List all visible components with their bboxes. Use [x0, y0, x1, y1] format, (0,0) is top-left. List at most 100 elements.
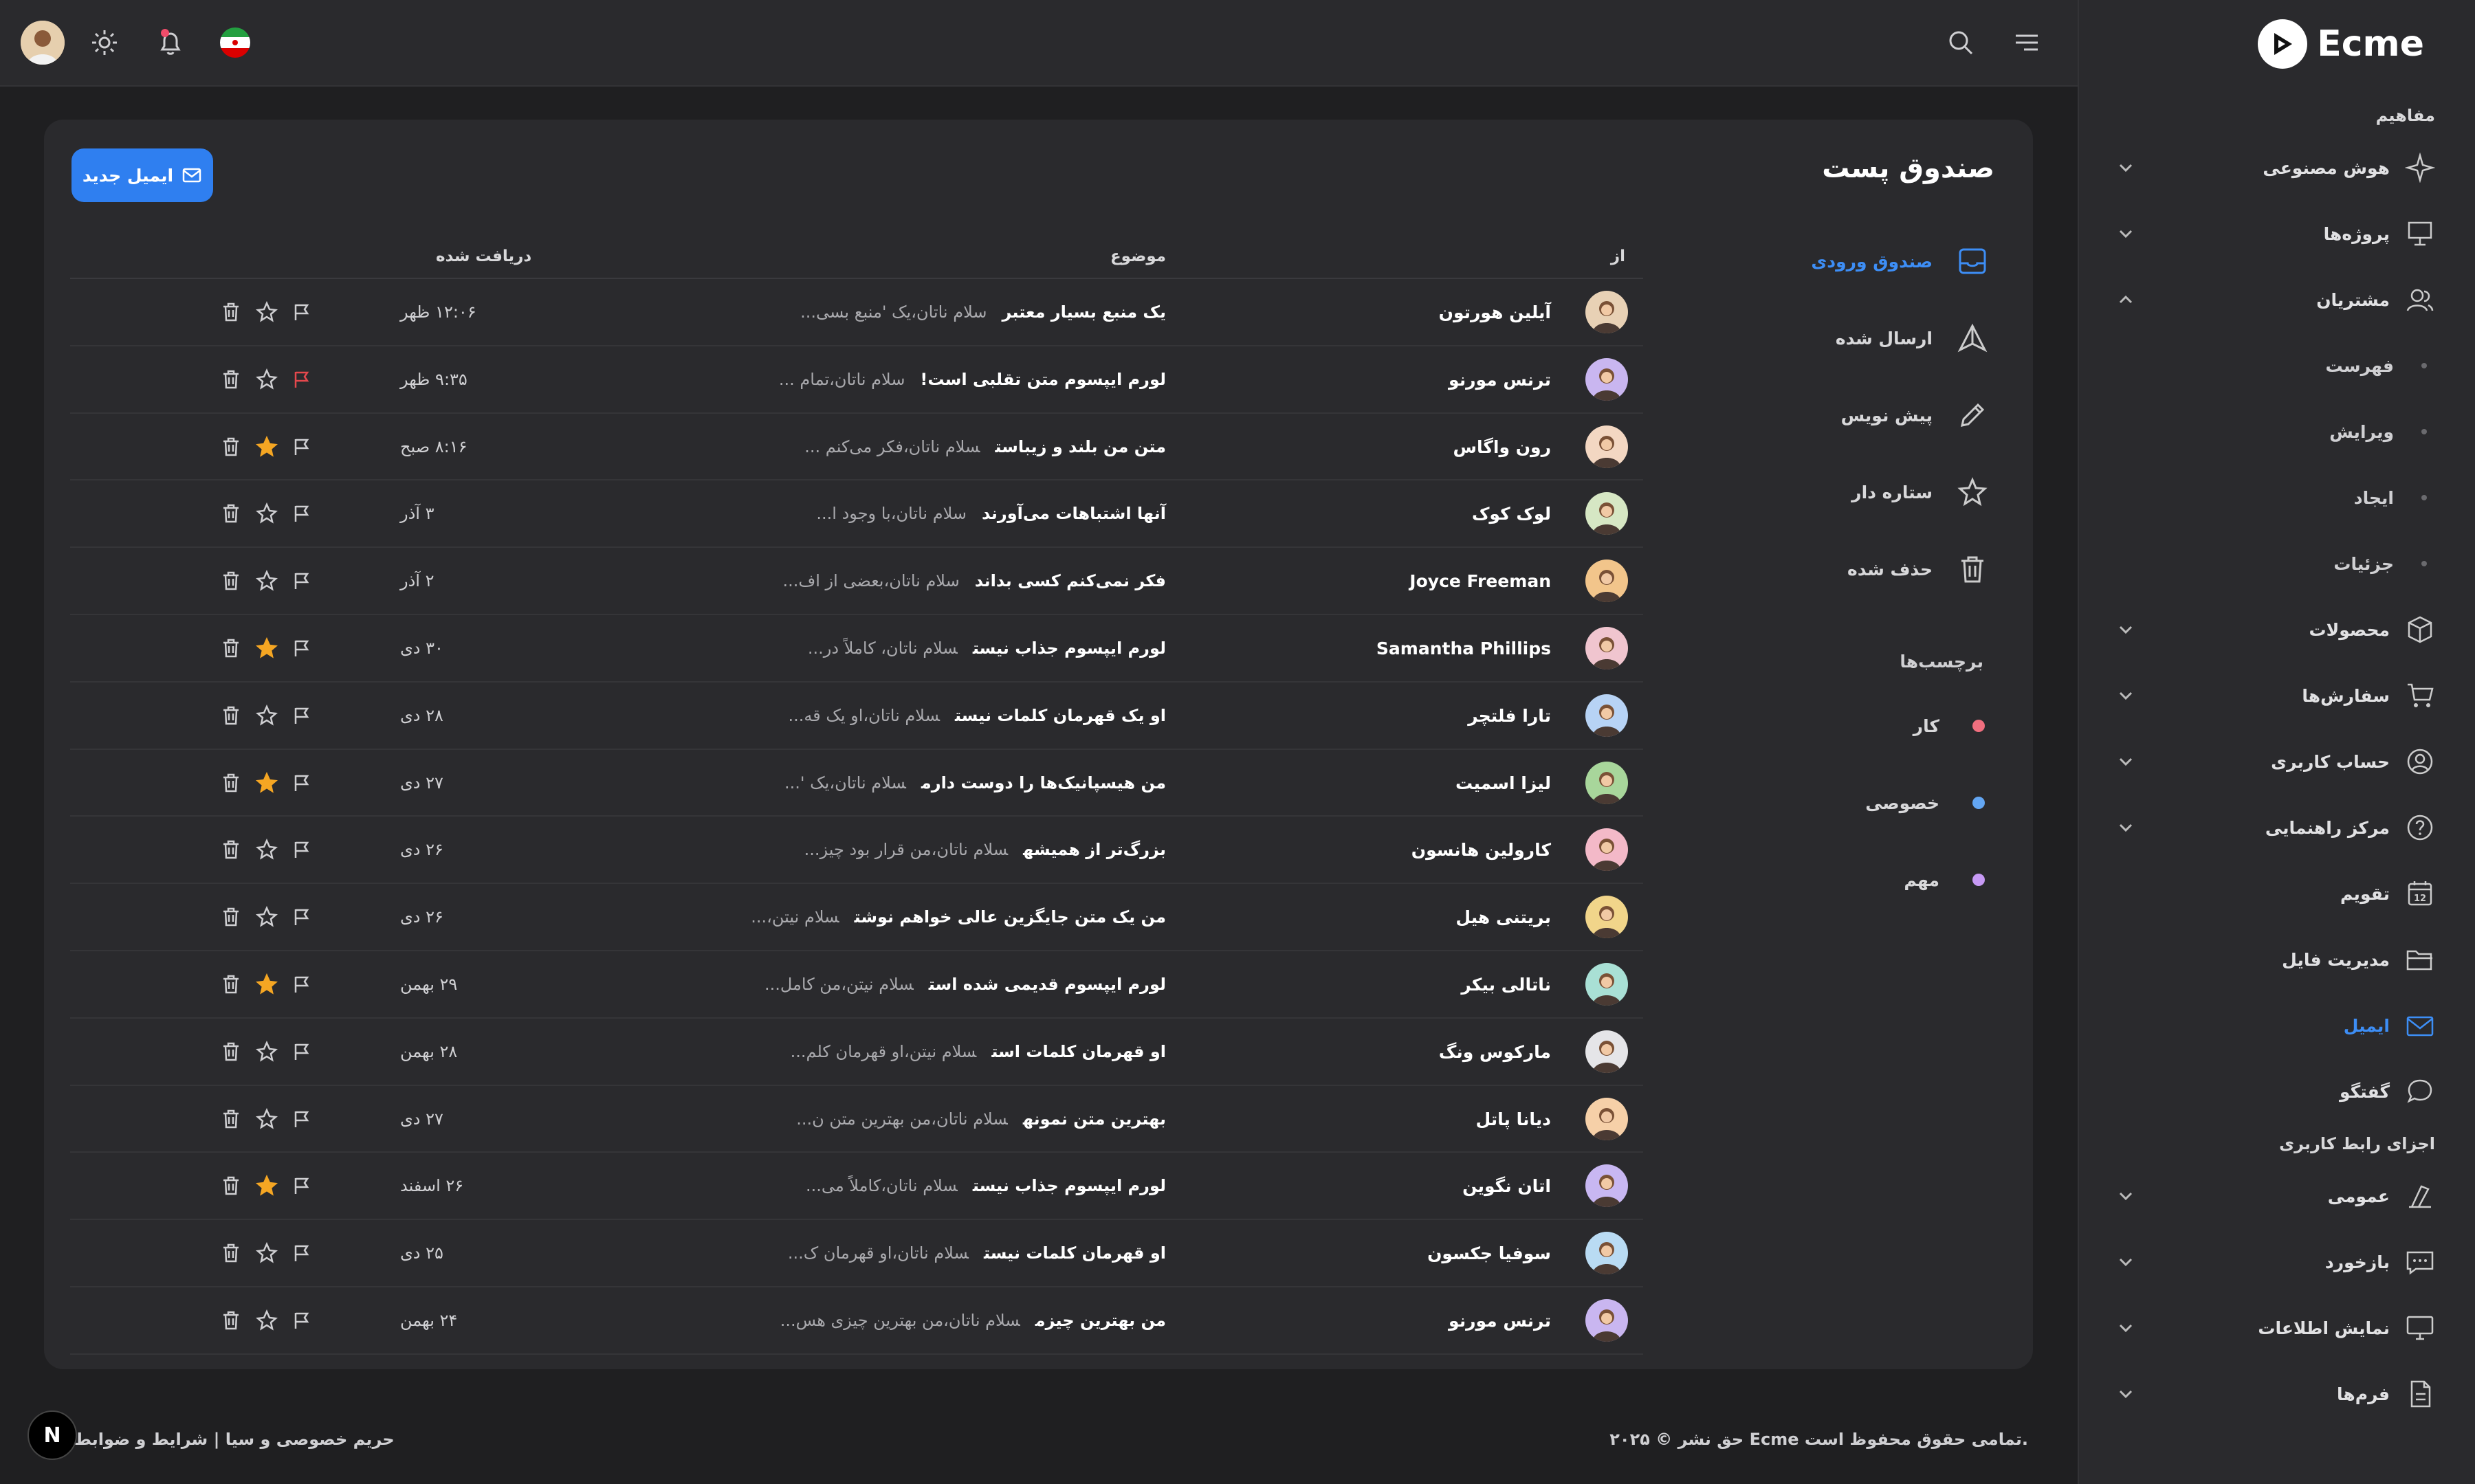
- star-icon[interactable]: [256, 1242, 278, 1264]
- trash-icon[interactable]: [220, 705, 242, 727]
- trash-icon[interactable]: [220, 772, 242, 794]
- sidebar-subitem-edit[interactable]: ویرایش: [2078, 399, 2475, 465]
- flag-icon[interactable]: [290, 1309, 312, 1331]
- folder-trash[interactable]: حذف شده: [1785, 531, 1992, 608]
- user-avatar[interactable]: [21, 21, 65, 65]
- table-row[interactable]: مارکوس ونگ او قهرمان کلمات است سلام نیتن،ا…: [70, 1019, 1643, 1086]
- trash-icon[interactable]: [220, 436, 242, 458]
- star-icon[interactable]: [256, 973, 278, 995]
- sidebar-item-customers[interactable]: مشتریان: [2078, 267, 2475, 333]
- flag-icon[interactable]: [290, 301, 312, 323]
- sidebar-item-account[interactable]: حساب کاربری: [2078, 729, 2475, 795]
- sidebar-item-help[interactable]: مرکز راهنمایی: [2078, 795, 2475, 861]
- trash-icon[interactable]: [220, 570, 242, 592]
- flag-icon[interactable]: [290, 906, 312, 928]
- trash-icon[interactable]: [220, 301, 242, 323]
- flag-icon[interactable]: [290, 772, 312, 794]
- label-important[interactable]: مهم: [1806, 841, 1985, 918]
- flag-icon[interactable]: [290, 368, 312, 390]
- sidebar-item-projects[interactable]: پروژه‌ها: [2078, 201, 2475, 267]
- sidebar-item-chat[interactable]: گفتگو: [2078, 1059, 2475, 1125]
- trash-icon[interactable]: [220, 1242, 242, 1264]
- notification-bell-icon[interactable]: [148, 21, 192, 65]
- folder-starred[interactable]: ستاره دار: [1785, 454, 1992, 531]
- sidebar-subitem-create[interactable]: ایجاد: [2078, 465, 2475, 531]
- trash-icon[interactable]: [220, 1108, 242, 1130]
- star-icon[interactable]: [256, 839, 278, 861]
- flag-icon[interactable]: [290, 502, 312, 524]
- table-row[interactable]: آیلین هورتون یک منبع بسیار معتبر سلام ناتا…: [70, 279, 1643, 346]
- sidebar-item-products[interactable]: محصولات: [2078, 597, 2475, 663]
- star-icon[interactable]: [256, 636, 278, 659]
- table-row[interactable]: Samantha Phillips لورم ایپسوم جذاب نیست سل…: [70, 615, 1643, 683]
- trash-icon[interactable]: [220, 368, 242, 390]
- star-icon[interactable]: [256, 906, 278, 928]
- settings-gear-icon[interactable]: [82, 21, 126, 65]
- trash-icon[interactable]: [220, 973, 242, 995]
- folder-drafts[interactable]: پیش نویس: [1785, 377, 1992, 454]
- table-row[interactable]: بریتنی هیل من یک متن جایگزین عالی خواهم ن…: [70, 884, 1643, 951]
- trash-icon[interactable]: [220, 839, 242, 861]
- table-row[interactable]: دیانا پاتل بهترین متن نمونه سلام ناتان،من …: [70, 1086, 1643, 1153]
- star-icon[interactable]: [256, 301, 278, 323]
- flag-icon[interactable]: [290, 1041, 312, 1063]
- flag-icon[interactable]: [290, 1242, 312, 1264]
- table-row[interactable]: Joyce Freeman فکر نمی‌کنم کسی بداند سلام ن…: [70, 548, 1643, 615]
- table-row[interactable]: ناتالی بیکر لورم ایپسوم قدیمی شده است سلام…: [70, 951, 1643, 1019]
- flag-icon[interactable]: [290, 973, 312, 995]
- table-row[interactable]: ترنس مورنو من بهترین چیزم سلام ناتان،من به…: [70, 1287, 1643, 1355]
- sidebar-item-calendar[interactable]: تقویم 12: [2078, 861, 2475, 927]
- footer-links[interactable]: حریم خصوصی و سیا | شرایط و ضوابط: [74, 1430, 395, 1449]
- logo[interactable]: Ecme: [2258, 16, 2424, 71]
- new-email-button[interactable]: ایمیل جدید: [72, 148, 213, 202]
- table-row[interactable]: کارولین هانسون بزرگ‌تر از همیشه سلام ناتان…: [70, 817, 1643, 885]
- sidebar-subitem-list[interactable]: فهرست: [2078, 333, 2475, 399]
- table-row[interactable]: لوک کوک آنها اشتباهات می‌آورند سلام ناتان،…: [70, 480, 1643, 549]
- sidebar-item-general[interactable]: عمومی: [2078, 1163, 2475, 1229]
- sidebar-item-orders[interactable]: سفارش‌ها: [2078, 663, 2475, 729]
- sidebar-item-data-display[interactable]: نمایش اطلاعات: [2078, 1295, 2475, 1361]
- table-row[interactable]: رون واگاس متن من بلند و زیباست سلام ناتان،…: [70, 414, 1643, 481]
- table-row[interactable]: لیزا اسمیت من هیسپانیک‌ها را دوست دارم سلا…: [70, 750, 1643, 817]
- folder-sent[interactable]: ارسال شده: [1785, 300, 1992, 377]
- star-icon[interactable]: [256, 502, 278, 524]
- trash-icon[interactable]: [220, 502, 242, 524]
- sidebar-item-forms[interactable]: فرم‌ها: [2078, 1361, 2475, 1427]
- star-icon[interactable]: [256, 771, 278, 794]
- table-row[interactable]: اتان نگوین لورم ایپسوم جذاب نیست سلام ناتا…: [70, 1153, 1643, 1221]
- star-icon[interactable]: [256, 704, 278, 727]
- trash-icon[interactable]: [220, 1041, 242, 1063]
- star-icon[interactable]: [256, 435, 278, 458]
- label-work[interactable]: کار: [1806, 687, 1985, 764]
- sidebar-item-ai[interactable]: هوش مصنوعی: [2078, 135, 2475, 201]
- label-private[interactable]: خصوصی: [1806, 764, 1985, 841]
- star-icon[interactable]: [256, 1107, 278, 1130]
- sidebar-item-feedback[interactable]: بازخورد: [2078, 1229, 2475, 1295]
- flag-icon[interactable]: [290, 637, 312, 659]
- star-icon[interactable]: [256, 1175, 278, 1197]
- flag-icon[interactable]: [290, 839, 312, 861]
- trash-icon[interactable]: [220, 906, 242, 928]
- sidebar-item-files[interactable]: مدیریت فایل: [2078, 927, 2475, 993]
- star-icon[interactable]: [256, 1040, 278, 1063]
- flag-icon[interactable]: [290, 705, 312, 727]
- table-row[interactable]: سوفیا جکسون او قهرمان کلمات نیست سلام ناتا…: [70, 1220, 1643, 1287]
- flag-icon[interactable]: [290, 570, 312, 592]
- folder-inbox[interactable]: صندوق ورودی: [1785, 223, 1992, 300]
- sidebar-subitem-details[interactable]: جزئیات: [2078, 531, 2475, 597]
- sidebar-item-email[interactable]: ایمیل: [2078, 993, 2475, 1059]
- flag-icon[interactable]: [290, 436, 312, 458]
- search-icon[interactable]: [1939, 21, 1983, 65]
- table-row[interactable]: تارا فلتچر او یک قهرمان کلمات نیست سلام نا…: [70, 683, 1643, 750]
- trash-icon[interactable]: [220, 1309, 242, 1331]
- menu-toggle-icon[interactable]: [2005, 21, 2049, 65]
- trash-icon[interactable]: [220, 637, 242, 659]
- flag-icon[interactable]: [290, 1175, 312, 1197]
- table-row[interactable]: ترنس مورنو لورم ایپسوم متن تقلبی است! سلام…: [70, 346, 1643, 414]
- next-badge[interactable]: N: [28, 1410, 77, 1460]
- star-icon[interactable]: [256, 1309, 278, 1331]
- language-flag-icon[interactable]: [213, 21, 257, 65]
- flag-icon[interactable]: [290, 1108, 312, 1130]
- star-icon[interactable]: [256, 570, 278, 592]
- trash-icon[interactable]: [220, 1175, 242, 1197]
